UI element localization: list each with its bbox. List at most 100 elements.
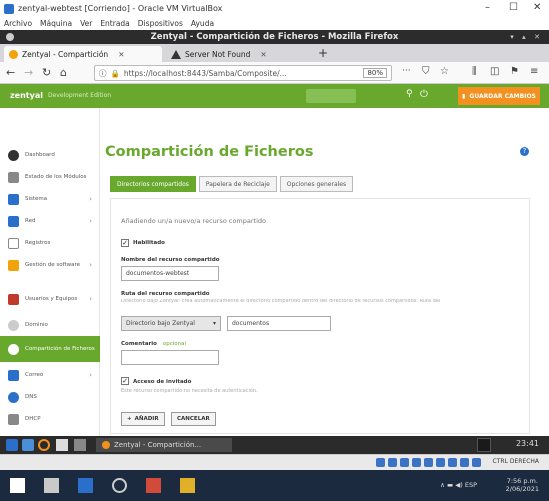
tab-server-not-found[interactable]: Server Not Found ✕ [166, 46, 304, 62]
modules-icon [8, 171, 19, 183]
search-icon[interactable]: ⚲ [406, 89, 413, 99]
display-icon[interactable] [448, 458, 457, 467]
sidebar-item-users[interactable]: Usuarios y Equipos › [0, 288, 100, 310]
close-button[interactable]: ✕ [533, 2, 541, 13]
sidebar-item-file-sharing[interactable]: Compartición de Ficheros [0, 336, 100, 362]
sidebar-item-dhcp[interactable]: DHCP [0, 408, 100, 430]
guest-access-checkbox[interactable]: ✓ [121, 377, 129, 385]
site-info-icon[interactable]: ⓘ [99, 68, 107, 79]
menu-archivo[interactable]: Archivo [4, 19, 32, 28]
search-input[interactable] [306, 89, 356, 103]
sidebar-item-network[interactable]: Red › [0, 210, 100, 232]
host-time: 7:56 p.m. [506, 477, 538, 485]
logout-icon[interactable]: ⏻ [420, 89, 428, 100]
zentyal-logo[interactable]: zentyal [10, 91, 43, 100]
zoom-level[interactable]: 80% [363, 68, 387, 78]
menu-ayuda[interactable]: Ayuda [191, 19, 214, 28]
optical-drive-icon[interactable] [388, 458, 397, 467]
show-desktop-icon[interactable] [74, 439, 86, 451]
menu-ver[interactable]: Ver [80, 19, 92, 28]
virtualbox-title: zentyal-webtest [Corriendo] - Oracle VM … [18, 4, 223, 13]
close-tab-icon[interactable]: ✕ [118, 50, 124, 59]
logs-icon [8, 237, 19, 249]
host-clock[interactable]: 7:56 p.m. 2/06/2021 [506, 477, 539, 493]
task-view-icon[interactable] [44, 478, 59, 493]
audio-icon[interactable] [400, 458, 409, 467]
cortana-icon[interactable] [112, 478, 127, 493]
extensions-icon[interactable]: ⚑ [510, 66, 519, 77]
sidebar-item-mail[interactable]: Correo › [0, 364, 100, 386]
hdd-icon[interactable] [376, 458, 385, 467]
chevron-right-icon: › [89, 295, 92, 303]
tab-zentyal[interactable]: Zentyal - Compartición ✕ [4, 46, 162, 62]
tab-general-options[interactable]: Opciones generales [279, 176, 354, 192]
usb-icon[interactable] [424, 458, 433, 467]
url-bar[interactable]: ⓘ 🔒 https://localhost:8443/Samba/Composi… [94, 65, 392, 81]
reload-icon[interactable]: ↻ [42, 66, 51, 79]
tab-recycle-bin[interactable]: Papelera de Reciclaje [198, 176, 277, 192]
shared-folders-icon[interactable] [436, 458, 445, 467]
minimize-button[interactable]: – [485, 2, 490, 13]
recording-icon[interactable] [460, 458, 469, 467]
new-tab-button[interactable]: + [318, 46, 328, 60]
help-icon[interactable]: ? [520, 147, 529, 156]
share-path-input[interactable]: documentos [227, 316, 331, 331]
sidebar-item-software[interactable]: Gestión de software › [0, 254, 100, 276]
share-name-input[interactable]: documentos-webtest [121, 266, 219, 281]
file-manager-icon[interactable] [22, 439, 34, 451]
sidebar-item-dashboard[interactable]: Dashboard [0, 144, 100, 166]
cancel-button[interactable]: CANCELAR [171, 412, 216, 426]
paint-app-icon[interactable] [180, 478, 195, 493]
save-changes-button[interactable]: ▮ GUARDAR CAMBIOS [458, 87, 540, 105]
back-icon[interactable]: ← [6, 66, 15, 79]
vpn-app-icon[interactable] [146, 478, 161, 493]
bookmark-star-icon[interactable]: ☆ [440, 66, 449, 77]
menu-hamburger-icon[interactable]: ≡ [530, 66, 538, 77]
tab-shared-directories[interactable]: Directorios compartidos [110, 176, 196, 192]
network-adapter-icon[interactable] [412, 458, 421, 467]
network-icon [8, 215, 19, 227]
sidebar-item-domain[interactable]: Dominio [0, 314, 100, 336]
guest-menu-icon[interactable] [6, 439, 18, 451]
add-button[interactable]: + AÑADIR [121, 412, 165, 426]
guest-clock: 23:41 [515, 439, 539, 448]
menu-entrada[interactable]: Entrada [100, 19, 129, 28]
save-changes-label: GUARDAR CAMBIOS [469, 92, 536, 100]
sidebar-toggle-icon[interactable]: ◫ [490, 66, 499, 77]
pocket-icon[interactable]: ⛉ [422, 66, 430, 77]
sidebar: Dashboard Estado de los Módulos Sistema … [0, 108, 100, 436]
terminal-icon[interactable] [56, 439, 68, 451]
sidebar-item-logs[interactable]: Registros [0, 232, 100, 254]
volume-icon[interactable]: ◀) [455, 481, 463, 489]
maximize-button[interactable]: ☐ [509, 2, 518, 13]
plus-icon: + [127, 416, 132, 422]
sidebar-item-dns[interactable]: DNS [0, 386, 100, 408]
chevron-up-icon[interactable]: ∧ [440, 481, 445, 489]
close-tab-icon[interactable]: ✕ [260, 50, 266, 59]
forward-icon[interactable]: → [24, 66, 33, 79]
menu-maquina[interactable]: Máquina [40, 19, 72, 28]
windows-start-icon[interactable] [10, 478, 25, 493]
sidebar-item-system[interactable]: Sistema › [0, 188, 100, 210]
library-icon[interactable]: ⫼ [472, 66, 477, 77]
battery-icon[interactable]: ▬ [447, 481, 453, 489]
url-text[interactable]: https://localhost:8443/Samba/Composite/.… [124, 69, 287, 78]
enabled-checkbox[interactable]: ✓ [121, 239, 129, 247]
mail-app-icon[interactable] [78, 478, 93, 493]
language-indicator[interactable]: ESP [465, 481, 477, 489]
dns-icon [8, 391, 19, 403]
sidebar-item-module-status[interactable]: Estado de los Módulos [0, 166, 100, 188]
home-icon[interactable]: ⌂ [60, 66, 67, 79]
page-actions-button[interactable]: ··· [402, 66, 411, 76]
system-tray[interactable]: ∧ ▬ ◀) ESP [440, 481, 477, 489]
firefox-icon[interactable] [38, 439, 50, 451]
comment-input[interactable] [121, 350, 219, 365]
sidebar-item-label: Correo [25, 372, 44, 378]
mouse-integration-icon[interactable] [472, 458, 481, 467]
insecure-lock-icon[interactable]: 🔒 [111, 69, 120, 78]
menu-dispositivos[interactable]: Dispositivos [138, 19, 183, 28]
window-controls-icon[interactable]: ▾ ▴ ✕ [510, 30, 543, 44]
share-path-type-select[interactable]: Directorio bajo Zentyal ▾ [121, 316, 221, 331]
guest-taskbar-app[interactable]: Zentyal - Compartición... [96, 438, 232, 452]
window-menu-icon[interactable] [6, 33, 14, 41]
